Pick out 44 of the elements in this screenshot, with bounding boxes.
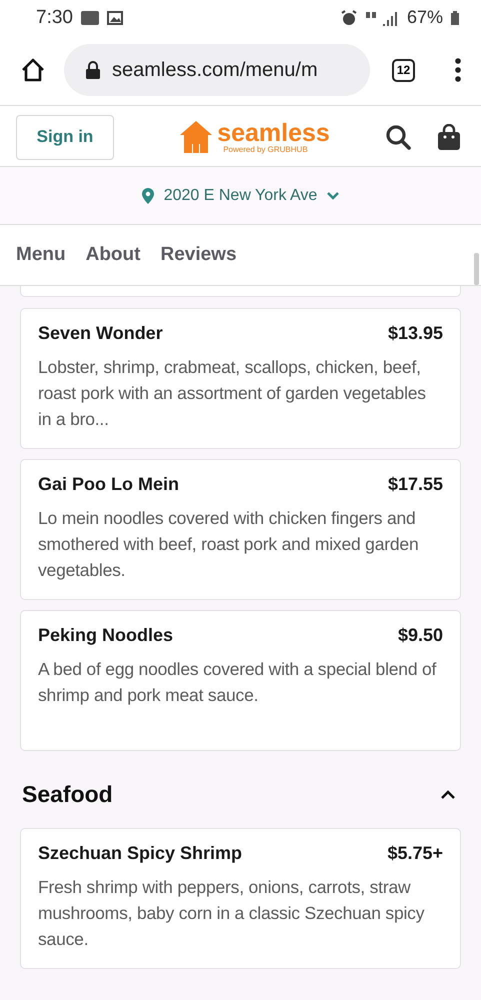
logo-tagline: Powered by GRUBHUB bbox=[223, 144, 309, 154]
battery-icon bbox=[451, 10, 459, 24]
alarm-icon bbox=[340, 10, 357, 26]
image-icon bbox=[106, 10, 123, 24]
chevron-up-icon[interactable] bbox=[441, 788, 455, 800]
menu-item-card[interactable]: Szechuan Spicy Shrimp $5.75+ Fresh shrimp with peppers, onions, carrots, straw mushrooms, baby corn in a classic Szechuan spicy sauce. bbox=[20, 828, 461, 969]
item-name: Szechuan Spicy Shrimp bbox=[38, 843, 242, 864]
item-price: $13.95 bbox=[388, 323, 443, 344]
item-description: Lo mein noodles covered with chicken fingers and smothered with beef, roast pork and mixed garden vegetables. bbox=[38, 507, 420, 582]
battery-level: 67% bbox=[406, 7, 443, 28]
item-description: A bed of egg noodles covered with a special blend of shrimp and pork meat sauce. bbox=[38, 658, 438, 707]
shopping-bag-icon[interactable] bbox=[436, 124, 461, 150]
item-description: Lobster, shrimp, crabmeat, scallops, chicken, beef, roast pork with an assortment of garden vegetables in a bro... bbox=[38, 356, 427, 431]
lock-icon bbox=[86, 61, 100, 79]
menu-item-card[interactable]: Gai Poo Lo Mein $17.55 Lo mein noodles covered with chicken fingers and smothered with beef, roast pork and mixed garden vegetables. bbox=[20, 459, 461, 600]
nav-tab[interactable]: About bbox=[86, 244, 140, 266]
scrollbar-thumb bbox=[474, 253, 479, 285]
address-bar[interactable]: seamless.com/menu/m bbox=[64, 44, 370, 96]
item-name: Peking Noodles bbox=[38, 625, 174, 646]
nav-tab[interactable]: Menu bbox=[16, 244, 66, 266]
item-description: Fresh shrimp with peppers, onions, carrots, straw mushrooms, baby corn in a classic Szechuan spicy sauce. bbox=[38, 876, 426, 951]
search-icon[interactable] bbox=[384, 124, 411, 150]
nav-tab[interactable]: Reviews bbox=[160, 244, 237, 266]
section-heading: Seafood bbox=[22, 781, 113, 808]
house-logo-icon bbox=[179, 120, 214, 154]
app-notification-icon bbox=[80, 10, 99, 24]
menu-item-card[interactable]: Seven Wonder $13.95 Lobster, shrimp, crabmeat, scallops, chicken, beef, roast pork with an assortment of garden vegetables in a bro... bbox=[20, 308, 461, 449]
sign-in-button[interactable]: Sign in bbox=[16, 114, 114, 160]
logo-wordmark: seamless bbox=[217, 120, 330, 144]
item-name: Gai Poo Lo Mein bbox=[38, 474, 180, 495]
item-name: Seven Wonder bbox=[38, 323, 163, 344]
chevron-down-icon bbox=[327, 192, 340, 200]
url-text: seamless.com/menu/m bbox=[112, 58, 318, 82]
home-icon[interactable] bbox=[20, 57, 46, 83]
tab-count-button[interactable]: 12 bbox=[392, 58, 415, 82]
item-price: $9.50 bbox=[398, 625, 443, 646]
status-time: 7:30 bbox=[36, 6, 73, 28]
signal-icon bbox=[364, 10, 399, 26]
more-icon[interactable] bbox=[455, 58, 461, 82]
item-price: $17.55 bbox=[388, 474, 443, 495]
location-pin-icon bbox=[142, 188, 154, 204]
item-price: $5.75+ bbox=[387, 843, 443, 864]
menu-item-card[interactable]: Peking Noodles $9.50 A bed of egg noodles covered with a special blend of shrimp and pork meat sauce. bbox=[20, 610, 461, 751]
address-selector[interactable]: 2020 E New York Ave bbox=[142, 186, 340, 204]
